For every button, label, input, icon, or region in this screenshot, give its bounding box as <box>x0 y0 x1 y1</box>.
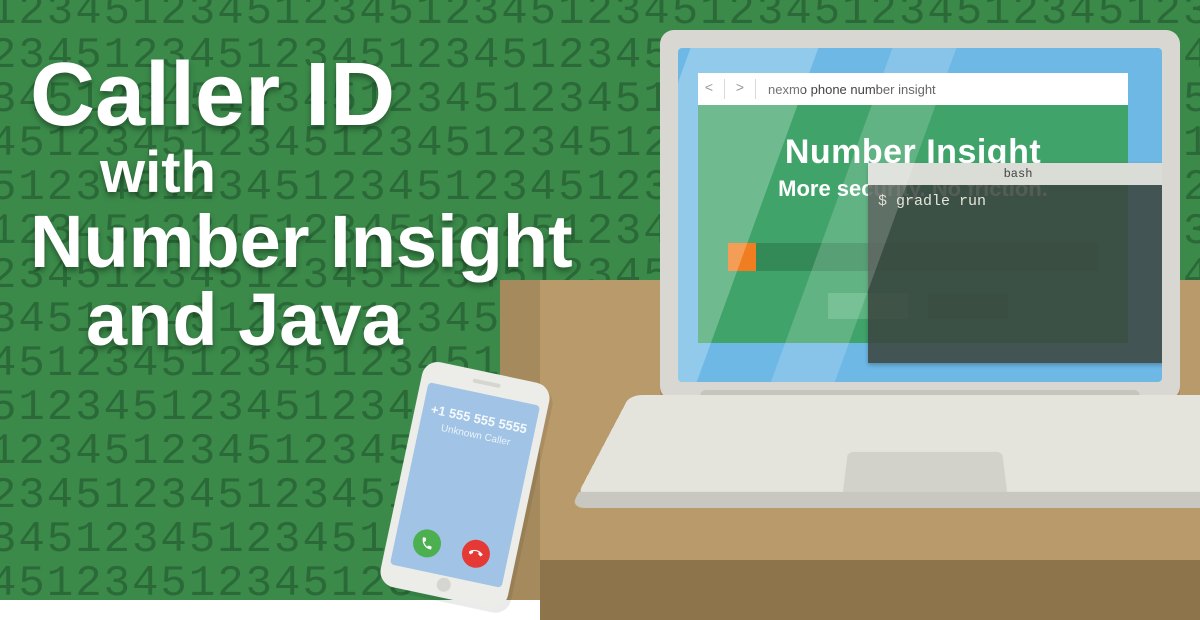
terminal-command: gradle run <box>896 193 986 210</box>
headline-line-3: Number Insight <box>30 203 573 281</box>
headline-line-2: with <box>100 143 573 204</box>
laptop: < > nexmo phone number insight Number In… <box>640 30 1200 550</box>
phone-accept-icon <box>419 535 436 552</box>
phone-speaker <box>473 378 501 388</box>
phone-home-button[interactable] <box>435 576 452 593</box>
laptop-screen: < > nexmo phone number insight Number In… <box>678 48 1162 382</box>
terminal-window: bash $ gradle run <box>868 163 1162 363</box>
laptop-lid: < > nexmo phone number insight Number In… <box>660 30 1180 400</box>
laptop-base <box>576 395 1200 497</box>
trackpad[interactable] <box>842 452 1007 497</box>
headline-line-4: and Java <box>86 281 573 359</box>
headline-line-1: Caller ID <box>30 48 573 143</box>
decline-call-button[interactable] <box>459 537 492 570</box>
headline: Caller ID with Number Insight and Java <box>30 48 573 359</box>
terminal-body[interactable]: $ gradle run <box>868 185 1162 218</box>
desk-front <box>540 560 1200 620</box>
accept-call-button[interactable] <box>410 527 443 560</box>
phone-decline-icon <box>468 545 485 562</box>
